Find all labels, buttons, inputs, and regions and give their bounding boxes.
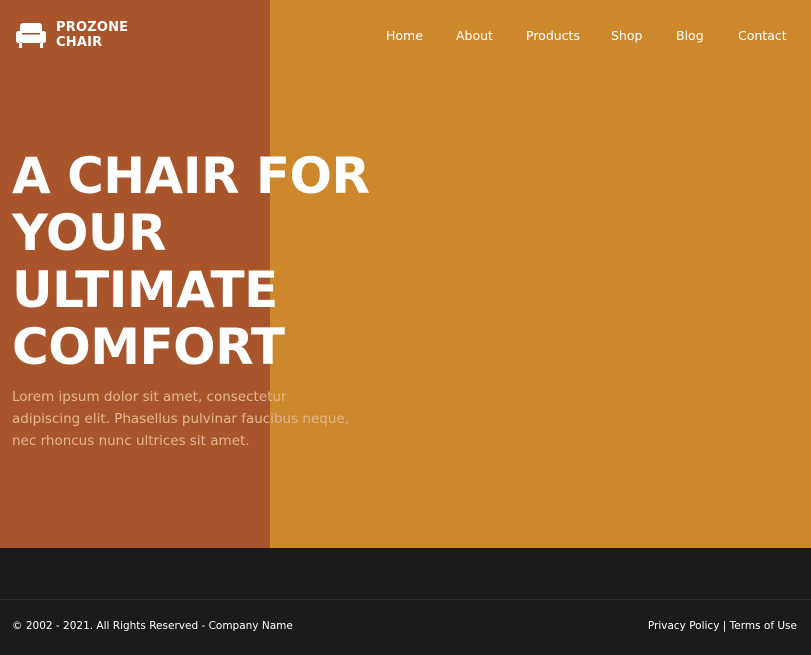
brand-name: PROZONE CHAIR bbox=[56, 20, 128, 50]
terms-of-use-link[interactable]: Terms of Use bbox=[730, 620, 797, 632]
copyright-text: © 2002 - 2021. All Rights Reserved - Com… bbox=[12, 620, 293, 632]
hero-title-line: YOUR bbox=[12, 204, 167, 262]
hero-title: A CHAIR FOR YOUR ULTIMATE COMFORT bbox=[12, 148, 370, 376]
page: PROZONE CHAIR Home About Products Shop B… bbox=[0, 0, 811, 655]
hero-section: PROZONE CHAIR Home About Products Shop B… bbox=[0, 0, 811, 548]
hero-title-line: COMFORT bbox=[12, 318, 285, 376]
hero-title-line: ULTIMATE bbox=[12, 261, 278, 319]
footer-link-separator: | bbox=[722, 620, 727, 632]
footer-divider bbox=[0, 599, 811, 600]
brand-logo[interactable]: PROZONE CHAIR bbox=[15, 19, 128, 51]
nav-link-home[interactable]: Home bbox=[386, 27, 423, 45]
nav-link-products[interactable]: Products bbox=[526, 27, 580, 45]
nav-link-blog[interactable]: Blog bbox=[676, 27, 704, 45]
brand-name-line2: CHAIR bbox=[56, 35, 103, 50]
nav-link-shop[interactable]: Shop bbox=[611, 27, 642, 45]
nav-link-about[interactable]: About bbox=[456, 27, 493, 45]
footer: © 2002 - 2021. All Rights Reserved - Com… bbox=[0, 548, 811, 655]
footer-links: Privacy Policy | Terms of Use bbox=[648, 619, 797, 633]
armchair-icon bbox=[16, 23, 46, 48]
brand-name-line1: PROZONE bbox=[56, 20, 129, 35]
hero-description: Lorem ipsum dolor sit amet, consectetur … bbox=[12, 389, 349, 449]
privacy-policy-link[interactable]: Privacy Policy bbox=[648, 620, 720, 632]
hero-title-line: A CHAIR FOR bbox=[12, 147, 370, 205]
nav-link-contact[interactable]: Contact bbox=[738, 27, 787, 45]
